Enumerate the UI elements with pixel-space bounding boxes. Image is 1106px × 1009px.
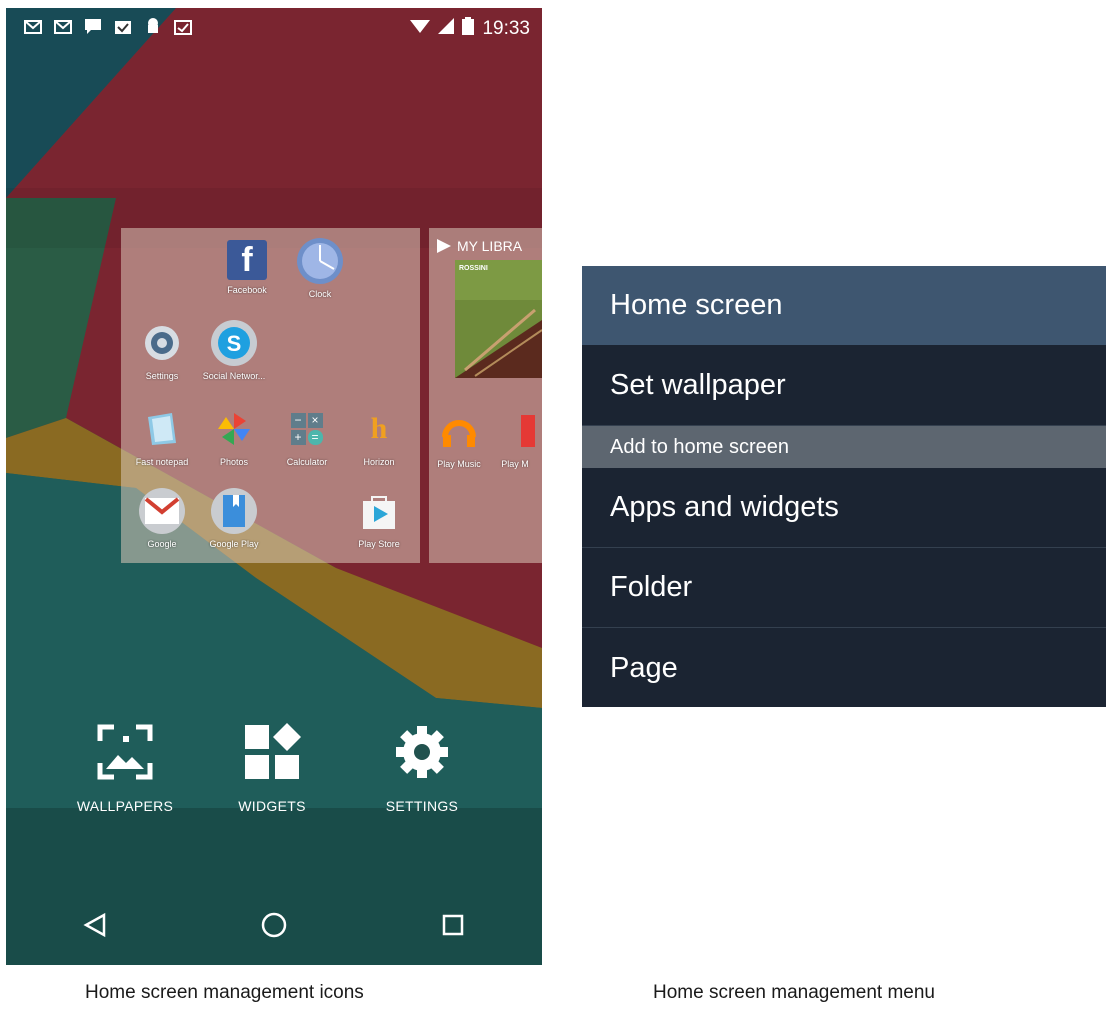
- app-label: Photos: [219, 457, 249, 467]
- recents-icon: [442, 914, 463, 936]
- menu-section-add-to-home: Add to home screen: [582, 426, 1106, 468]
- gear-icon: [396, 726, 448, 778]
- app-facebook[interactable]: f Facebook: [211, 240, 283, 295]
- app-play-music[interactable]: Play Music: [431, 408, 487, 469]
- facebook-icon: f: [227, 240, 267, 280]
- app-label: Play Music: [437, 459, 481, 469]
- app-settings[interactable]: Settings: [126, 320, 198, 381]
- app-label: Social Networ...: [202, 371, 266, 381]
- home-page-preview[interactable]: f Facebook Clock Settings S Social Netwo…: [121, 228, 420, 563]
- notepad-icon: [139, 406, 185, 452]
- calculator-icon: − × + =: [284, 406, 330, 452]
- gmail-icon: [24, 18, 42, 35]
- caption-management-menu: Home screen management menu: [653, 982, 935, 1003]
- menu-item-page[interactable]: Page: [582, 628, 1106, 708]
- back-icon: [83, 912, 106, 938]
- wallpapers-label: WALLPAPERS: [76, 798, 174, 814]
- home-button[interactable]: [244, 900, 304, 950]
- svg-text:+: +: [294, 430, 301, 444]
- menu-item-folder[interactable]: Folder: [582, 548, 1106, 628]
- app-google-play[interactable]: Google Play: [198, 488, 270, 549]
- album-art[interactable]: ROSSINI: [455, 260, 542, 378]
- widgets-icon: [245, 723, 301, 779]
- app-label: Clock: [308, 289, 332, 299]
- wallpapers-button[interactable]: WALLPAPERS: [50, 723, 200, 814]
- app-play-store[interactable]: Play Store: [343, 488, 415, 549]
- play-movies-icon: [492, 408, 538, 454]
- app-label: Calculator: [286, 457, 328, 467]
- album-title: ROSSINI: [459, 265, 488, 272]
- settings-icon: [139, 320, 185, 366]
- wallpaper-icon: [97, 724, 153, 780]
- clock-time: 19:33: [482, 17, 530, 39]
- menu-header: Home screen: [582, 266, 1106, 345]
- play-icon: [437, 239, 451, 253]
- home-screen-menu: Home screen Set wallpaper Add to home sc…: [582, 266, 1106, 707]
- hangouts-icon: [84, 18, 102, 35]
- app-label: Facebook: [227, 285, 267, 295]
- app-label: Play Store: [358, 539, 400, 549]
- app-photos[interactable]: Photos: [198, 406, 270, 467]
- app-label: Google Play: [209, 539, 259, 549]
- back-button[interactable]: [65, 900, 125, 950]
- settings-label: SETTINGS: [385, 798, 459, 814]
- recents-button[interactable]: [423, 900, 483, 950]
- app-clock[interactable]: Clock: [284, 238, 356, 299]
- svg-text:S: S: [227, 331, 242, 356]
- gmail-icon: [139, 488, 185, 534]
- clock-icon: [297, 238, 343, 284]
- menu-item-apps-widgets[interactable]: Apps and widgets: [582, 468, 1106, 548]
- battery-icon: [462, 17, 475, 40]
- tasks-icon: [114, 18, 132, 35]
- app-label: Settings: [145, 371, 179, 381]
- android-icon: [144, 18, 162, 35]
- app-label: Fast notepad: [135, 457, 189, 467]
- menu-item-set-wallpaper[interactable]: Set wallpaper: [582, 345, 1106, 426]
- svg-text:=: =: [311, 430, 318, 444]
- app-horizon[interactable]: h Horizon: [343, 406, 415, 467]
- play-store-icon: [356, 488, 402, 534]
- play-music-icon: [436, 408, 482, 454]
- app-label: Play M: [501, 459, 529, 469]
- phone-screen: 19:33 f Facebook Clock Settings S Social…: [6, 8, 542, 965]
- gmail-icon: [54, 18, 72, 35]
- skype-icon: S: [211, 320, 257, 366]
- my-library-widget-title: MY LIBRA: [437, 238, 522, 254]
- library-title: MY LIBRA: [457, 238, 523, 254]
- google-play-books-icon: [211, 488, 257, 534]
- photos-icon: [211, 406, 257, 452]
- app-social-network[interactable]: S Social Networ...: [198, 320, 270, 381]
- wifi-icon: [410, 18, 431, 39]
- svg-text:−: −: [294, 413, 301, 427]
- clipboard-icon: [174, 18, 192, 35]
- app-google[interactable]: Google: [126, 488, 198, 549]
- horizon-icon: h: [370, 412, 388, 445]
- settings-button[interactable]: SETTINGS: [347, 723, 497, 814]
- app-label: Google: [147, 539, 177, 549]
- navigation-bar: [6, 885, 542, 965]
- app-label: Horizon: [363, 457, 395, 467]
- widgets-label: WIDGETS: [238, 798, 306, 814]
- app-play-movies[interactable]: Play M: [487, 408, 542, 469]
- app-calculator[interactable]: − × + = Calculator: [271, 406, 343, 467]
- signal-icon: [438, 18, 455, 39]
- home-icon: [261, 912, 287, 938]
- home-page-preview-2[interactable]: MY LIBRA ROSSINI Play Music Play M: [429, 228, 542, 563]
- app-fast-notepad[interactable]: Fast notepad: [126, 406, 198, 467]
- widgets-button[interactable]: WIDGETS: [197, 723, 347, 814]
- svg-text:×: ×: [311, 413, 318, 427]
- status-bar: 19:33: [6, 8, 542, 48]
- caption-management-icons: Home screen management icons: [85, 982, 364, 1003]
